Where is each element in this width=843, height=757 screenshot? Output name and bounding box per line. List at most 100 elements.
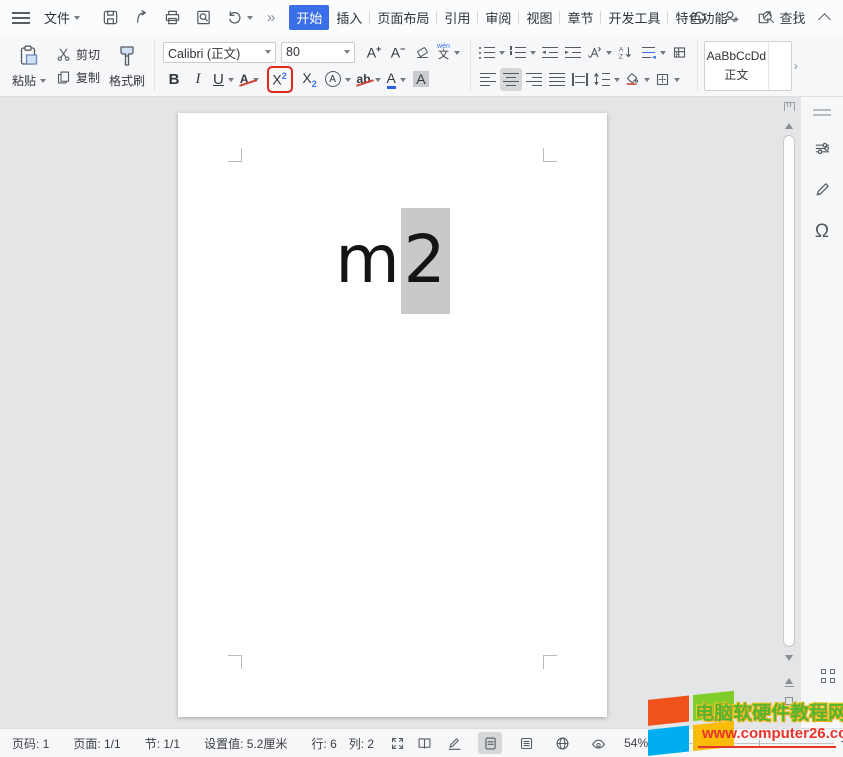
- numbered-list-button[interactable]: [508, 41, 538, 64]
- font-size-combobox[interactable]: 80: [281, 42, 355, 63]
- scroll-up-button[interactable]: [785, 119, 793, 129]
- copy-button[interactable]: 复制: [56, 69, 100, 86]
- style-item-normal[interactable]: AaBbCcDd 正文: [705, 42, 769, 90]
- undo-button[interactable]: [224, 7, 255, 28]
- scrollbar-thumb[interactable]: [783, 135, 795, 647]
- tab-review[interactable]: 审阅: [478, 5, 518, 30]
- fullscreen-button[interactable]: [390, 736, 405, 751]
- zoom-slider[interactable]: [684, 743, 834, 744]
- align-right-button[interactable]: [523, 68, 545, 91]
- chevron-down-icon: [606, 51, 612, 58]
- text-direction-button[interactable]: [585, 41, 614, 64]
- page-grid-icon[interactable]: [821, 669, 835, 683]
- ruler-toggle-icon[interactable]: [784, 102, 795, 111]
- cloud-sync-button[interactable]: [690, 9, 707, 26]
- distribute-button[interactable]: [569, 68, 591, 91]
- pen-icon: [814, 181, 831, 198]
- tab-view[interactable]: 视图: [519, 5, 559, 30]
- collapse-ribbon-icon[interactable]: [818, 13, 831, 26]
- selected-text[interactable]: 2: [401, 208, 450, 314]
- invite-user-button[interactable]: [723, 9, 740, 26]
- paste-button[interactable]: 粘贴: [6, 38, 52, 94]
- font-color-button[interactable]: A: [385, 68, 408, 91]
- zoom-dropdown-icon[interactable]: [656, 742, 662, 749]
- tab-developer-tools[interactable]: 开发工具: [601, 5, 667, 30]
- subscript-button[interactable]: X2: [299, 68, 321, 91]
- bullet-list-button[interactable]: [477, 41, 507, 64]
- align-left-button[interactable]: [477, 68, 499, 91]
- decrease-font-size-button[interactable]: A−: [387, 41, 409, 64]
- decrease-indent-button[interactable]: [539, 41, 561, 64]
- ink-mode-button[interactable]: [442, 732, 466, 754]
- symbols-button[interactable]: Ω: [815, 222, 829, 242]
- tab-home[interactable]: 开始: [289, 5, 329, 30]
- style-gallery: AaBbCcDd 正文 A 标: [704, 41, 792, 91]
- tab-references[interactable]: 引用: [437, 5, 477, 30]
- more-commands-button[interactable]: »: [267, 9, 275, 26]
- margin-mark: [543, 148, 557, 162]
- format-painter-button[interactable]: 格式刷: [104, 38, 150, 94]
- char-shading-button[interactable]: A: [410, 68, 432, 91]
- book-view-button[interactable]: [417, 736, 432, 751]
- increase-indent-button[interactable]: [562, 41, 584, 64]
- select-browse-object-button[interactable]: [785, 697, 793, 705]
- shading-button[interactable]: [623, 68, 652, 91]
- status-page-number[interactable]: 页码: 1: [12, 735, 49, 752]
- tab-section[interactable]: 章节: [560, 5, 600, 30]
- justify-button[interactable]: [546, 68, 568, 91]
- status-column[interactable]: 列: 2: [349, 735, 374, 752]
- eye-protection-button[interactable]: [586, 732, 610, 754]
- ink-annotate-button[interactable]: [814, 181, 831, 198]
- paste-dropdown-icon[interactable]: [40, 79, 46, 86]
- pinyin-guide-button[interactable]: wén文: [435, 41, 462, 64]
- increase-font-size-button[interactable]: A+: [363, 41, 385, 64]
- strikethrough-button[interactable]: A: [238, 68, 261, 91]
- style-gallery-scroll-icon[interactable]: ›: [794, 59, 798, 73]
- tab-insert[interactable]: 插入: [329, 5, 369, 30]
- bold-button[interactable]: B: [163, 68, 185, 91]
- paste-icon: [17, 44, 41, 68]
- clear-format-button[interactable]: [411, 41, 433, 64]
- undo-dropdown-icon[interactable]: [247, 16, 253, 23]
- highlight-color-button[interactable]: ab: [355, 68, 383, 91]
- status-setting-value[interactable]: 设置值: 5.2厘米: [204, 735, 287, 752]
- status-line[interactable]: 行: 6: [311, 735, 336, 752]
- align-center-button[interactable]: [500, 68, 522, 91]
- previous-page-button[interactable]: [785, 674, 794, 687]
- underline-button[interactable]: U: [211, 68, 236, 91]
- print-preview-button[interactable]: [193, 7, 214, 28]
- print-button[interactable]: [162, 7, 183, 28]
- web-view-button[interactable]: [550, 732, 574, 754]
- text-effects-button[interactable]: A: [323, 68, 353, 91]
- file-menu-button[interactable]: 文件: [38, 4, 86, 31]
- zoom-in-button[interactable]: +: [838, 734, 843, 752]
- scroll-down-button[interactable]: [785, 655, 793, 665]
- more-options-button[interactable]: ⋮: [789, 8, 804, 26]
- status-page-count[interactable]: 页面: 1/1: [73, 735, 120, 752]
- outline-view-button[interactable]: [514, 732, 538, 754]
- export-button[interactable]: [131, 7, 152, 28]
- properties-button[interactable]: [814, 140, 831, 157]
- panel-handle-icon[interactable]: [813, 109, 831, 116]
- save-button[interactable]: [100, 7, 121, 28]
- tab-page-layout[interactable]: 页面布局: [370, 5, 436, 30]
- status-section[interactable]: 节: 1/1: [145, 735, 180, 752]
- superscript-button[interactable]: X2: [269, 68, 291, 91]
- zoom-level-value[interactable]: 54%: [624, 736, 648, 750]
- text-run[interactable]: m: [335, 221, 400, 298]
- paragraph-layout-button[interactable]: [638, 41, 668, 64]
- cut-button[interactable]: 剪切: [56, 46, 100, 63]
- sort-button[interactable]: AZ: [615, 41, 637, 64]
- text-tools-button[interactable]: F: [669, 41, 691, 64]
- italic-button[interactable]: I: [187, 68, 209, 91]
- page-view-button[interactable]: [478, 732, 502, 754]
- zoom-out-button[interactable]: −: [666, 734, 680, 752]
- document-page[interactable]: m2: [178, 113, 607, 717]
- document-text[interactable]: m2: [178, 221, 607, 298]
- share-button[interactable]: [756, 9, 773, 26]
- style-item-heading[interactable]: A 标: [769, 42, 792, 90]
- line-spacing-button[interactable]: [592, 68, 622, 91]
- borders-button[interactable]: [653, 68, 682, 91]
- main-menu-icon[interactable]: [12, 12, 30, 24]
- font-family-combobox[interactable]: Calibri (正文): [163, 42, 276, 63]
